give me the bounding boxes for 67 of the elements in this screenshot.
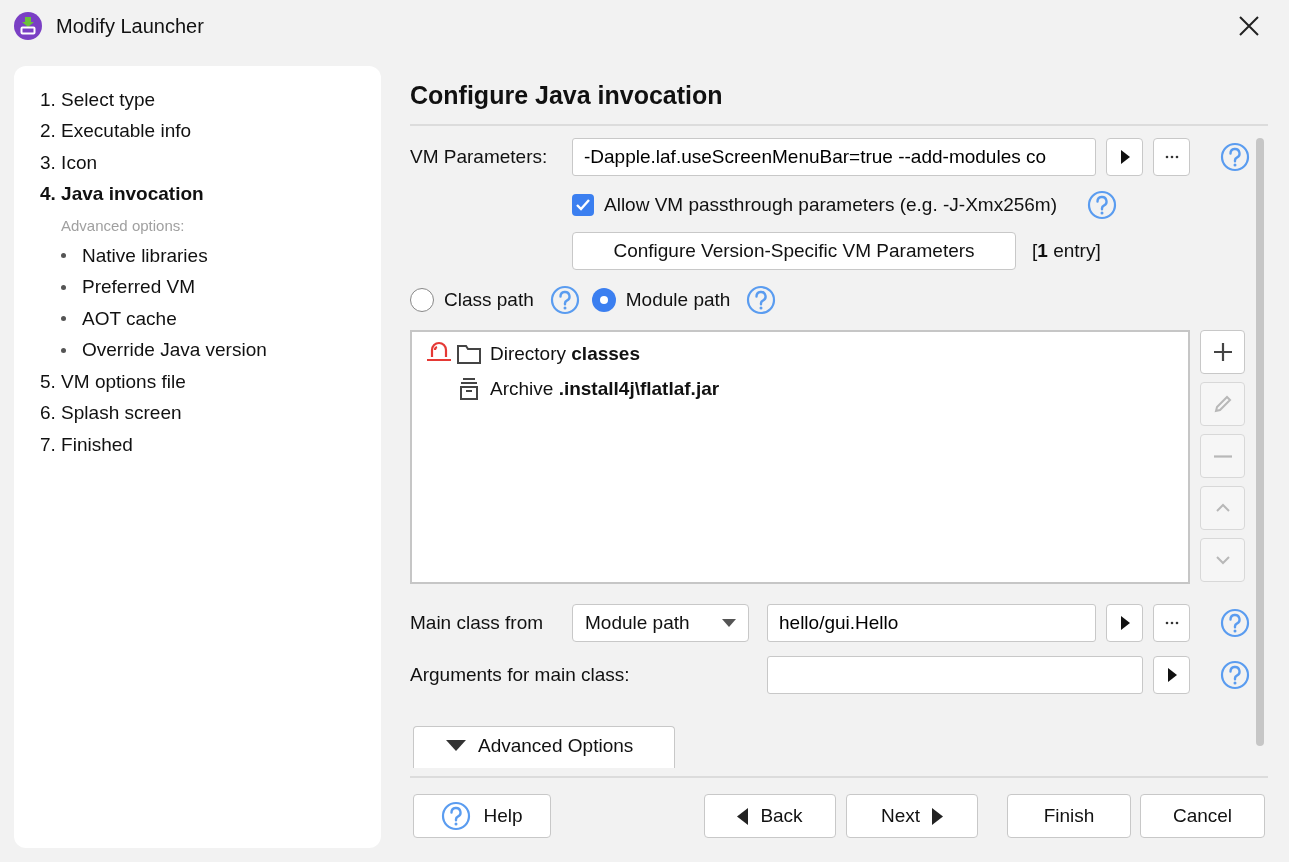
substep-item[interactable]: AOT cache — [61, 303, 381, 335]
substep-item[interactable]: Preferred VM — [61, 271, 381, 303]
subsection-heading: Advanced options: — [61, 215, 186, 236]
cancel-button[interactable]: Cancel — [1140, 794, 1265, 838]
main-class-field[interactable]: hello/gui.Hello — [767, 604, 1096, 642]
field-label: Arguments for main class: — [410, 664, 631, 686]
remove-icon — [1213, 454, 1232, 458]
help-icon[interactable] — [549, 285, 580, 315]
back-button[interactable]: Back — [704, 794, 836, 838]
step-item[interactable]: 1. Select type — [40, 84, 381, 116]
add-button[interactable] — [1200, 330, 1245, 374]
help-icon[interactable] — [746, 285, 777, 315]
finish-button[interactable]: Finish — [1007, 794, 1131, 838]
help-icon[interactable] — [1087, 190, 1117, 220]
substep-item[interactable]: Native libraries — [61, 240, 381, 272]
advanced-options-toggle[interactable]: Advanced Options — [413, 726, 675, 768]
more-icon — [1164, 155, 1179, 159]
help-icon[interactable] — [1220, 608, 1250, 638]
app-icon — [14, 12, 42, 40]
vm-parameters-field[interactable]: -Dapple.laf.useScreenMenuBar=true --add-modules co — [572, 138, 1096, 176]
next-button[interactable]: Next — [846, 794, 978, 838]
insert-variable-button[interactable] — [1106, 604, 1143, 642]
folder-icon — [456, 342, 482, 365]
substep-item[interactable]: Override Java version — [61, 334, 381, 366]
help-icon[interactable] — [1220, 660, 1250, 690]
browse-button[interactable] — [1153, 138, 1190, 176]
help-icon[interactable] — [1220, 142, 1250, 172]
caret-icon — [722, 619, 736, 627]
window-title: Modify Launcher — [56, 14, 205, 38]
help-icon — [441, 801, 472, 831]
step-item[interactable]: 7. Finished — [40, 429, 381, 461]
triangle-icon — [737, 807, 749, 825]
insert-variable-button[interactable] — [1106, 138, 1143, 176]
step-item[interactable]: 2. Executable info — [40, 115, 381, 147]
close-icon[interactable] — [1239, 16, 1259, 36]
list-item-text: Archive .install4j\flatlaf.jar — [490, 377, 720, 400]
insert-variable-button[interactable] — [1153, 656, 1190, 694]
scrollbar[interactable] — [1256, 138, 1264, 746]
source-dropdown[interactable]: Module path — [572, 604, 749, 642]
radio-button[interactable] — [591, 288, 616, 312]
page-heading: Configure Java invocation — [410, 79, 724, 111]
step-item[interactable]: 6. Splash screen — [40, 397, 381, 429]
step-item[interactable]: 3. Icon — [40, 147, 381, 179]
list-item-text: Directory classes — [490, 342, 640, 365]
configure-button[interactable]: Configure Version-Specific VM Parameters — [572, 232, 1016, 270]
play-icon — [1119, 616, 1130, 630]
help-button[interactable]: Help — [413, 794, 551, 838]
step-item[interactable]: 5. VM options file — [40, 366, 381, 398]
field-label: Main class from — [410, 612, 545, 634]
radio-label: Class path — [444, 289, 534, 311]
arguments-field[interactable] — [767, 656, 1143, 694]
play-icon — [1119, 150, 1130, 164]
check-icon — [575, 197, 591, 213]
play-icon — [1166, 668, 1177, 682]
triangle-icon — [932, 807, 944, 825]
radio-label: Module path — [625, 289, 731, 311]
step-item[interactable]: 4. Java invocation — [40, 178, 381, 210]
list-row[interactable]: Archive .install4j\flatlaf.jar — [426, 371, 1188, 406]
list-row[interactable]: Directory classes — [426, 336, 1188, 371]
caret-icon — [446, 740, 466, 751]
entry-count: [1 entry] — [1032, 240, 1101, 262]
checkbox-label: Allow VM passthrough parameters (e.g. -J-Xmx256m) — [604, 194, 1057, 216]
browse-button[interactable] — [1153, 604, 1190, 642]
more-icon — [1164, 621, 1179, 625]
field-label: VM Parameters: — [410, 146, 549, 168]
checkbox[interactable] — [572, 194, 594, 216]
radio-button[interactable] — [410, 288, 434, 312]
